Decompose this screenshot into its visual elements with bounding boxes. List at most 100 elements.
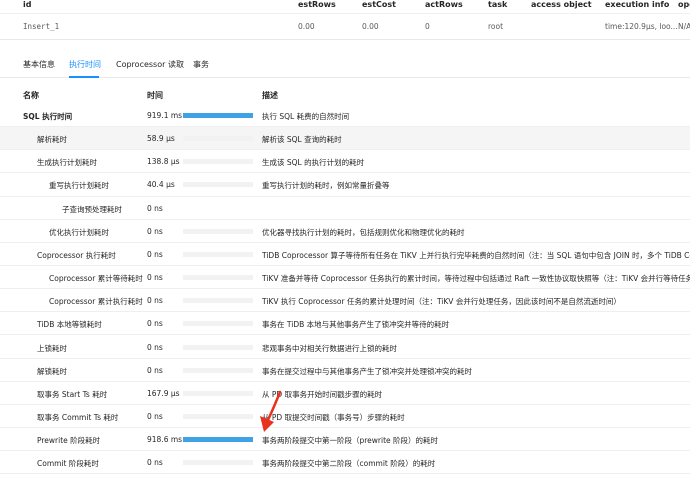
timing-description: 优化器寻找执行计划的耗时，包括规则优化和物理优化的耗时: [262, 227, 465, 237]
timing-bar: [183, 367, 253, 373]
tab-coprocessor-read[interactable]: Coprocessor 读取: [116, 59, 184, 70]
timing-description: 事务两阶段提交中第一阶段（prewrite 阶段）的耗时: [262, 436, 439, 446]
col-desc-header: 描述: [262, 91, 278, 100]
timing-name: 解析耗时: [37, 135, 67, 145]
timing-value: 0 ns: [147, 203, 163, 213]
timing-name: 取事务 Commit Ts 耗时: [37, 412, 119, 422]
table-row[interactable]: 解锁耗时 0 ns 事务在提交过程中与其他事务产生了锁冲突并处理锁冲突的耗时: [0, 359, 690, 382]
table-row[interactable]: Prewrite 阶段耗时 918.6 ms 事务两阶段提交中第一阶段（prewri…: [0, 428, 690, 452]
timing-bar: [183, 182, 253, 188]
timing-bar-fill: [183, 113, 253, 118]
detail-tabs: 基本信息 执行时间 Coprocessor 读取 事务: [0, 52, 690, 78]
timing-name: 子查询预处理耗时: [62, 204, 122, 214]
table-row[interactable]: TiDB 本地等锁耗时 0 ns 事务在 TiDB 本地与其他事务产生了锁冲突并等待…: [0, 312, 690, 336]
tab-basic-info[interactable]: 基本信息: [23, 59, 55, 70]
timing-description: 悲观事务中对相关行数据进行上锁的耗时: [262, 343, 397, 353]
table-row[interactable]: 生成执行计划耗时 138.8 µs 生成该 SQL 的执行计划的耗时: [0, 150, 690, 174]
timing-name: 重写执行计划耗时: [49, 181, 109, 191]
timing-value: 0 ns: [147, 411, 163, 421]
col-access-object-header[interactable]: access object: [531, 0, 592, 9]
table-row[interactable]: 解析耗时 58.9 µs 解析该 SQL 查询的耗时: [0, 127, 690, 151]
timing-value: 0 ns: [147, 226, 163, 236]
timing-bar: [183, 275, 253, 281]
table-row[interactable]: Coprocessor 累计等待耗时 0 ns TiKV 准备并等待 Coproce…: [0, 266, 690, 290]
row-task: root: [488, 22, 504, 31]
timing-name: 取事务 Start Ts 耗时: [37, 389, 108, 399]
timing-name: 生成执行计划耗时: [37, 158, 97, 168]
timing-value: 0 ns: [147, 342, 163, 352]
timing-name: Coprocessor 累计执行耗时: [49, 297, 143, 307]
tab-execution-time[interactable]: 执行时间: [69, 59, 101, 70]
timing-description: 事务在提交过程中与其他事务产生了锁冲突并处理锁冲突的耗时: [262, 366, 472, 376]
row-actrows: 0: [425, 22, 430, 31]
timing-bar-fill: [183, 437, 253, 443]
annotation-arrow-icon: [260, 390, 282, 432]
timing-description: TiKV 准备并等待 Coprocessor 任务执行的累计时间，等待过程中包括…: [262, 274, 690, 284]
timing-bar: [183, 413, 253, 419]
table-row[interactable]: 子查询预处理耗时 0 ns: [0, 197, 690, 220]
timing-name: Commit 阶段耗时: [37, 459, 99, 469]
timing-description: 解析该 SQL 查询的耗时: [262, 135, 342, 145]
col-actrows-header[interactable]: actRows: [425, 0, 463, 9]
timing-bar: [183, 437, 253, 443]
timing-bar: [183, 390, 253, 396]
table-row[interactable]: Coprocessor 执行耗时 0 ns TiDB Coprocessor 算子等…: [0, 243, 690, 267]
timing-name: SQL 执行时间: [23, 112, 73, 121]
timing-value: 0 ns: [147, 273, 163, 283]
table-row[interactable]: Commit 阶段耗时 0 ns 事务两阶段提交中第二阶段（commit 阶段）的耗…: [0, 451, 690, 475]
timing-bar: [183, 251, 253, 257]
timing-bar: [183, 159, 253, 165]
timing-value: 0 ns: [147, 365, 163, 375]
timing-description: TiKV 执行 Coprocessor 任务的累计处理时间（注：TiKV 会并行…: [262, 297, 621, 307]
timing-bar: [183, 344, 253, 350]
timing-description: 执行 SQL 耗费的自然时间: [262, 112, 350, 121]
row-execution-info: time:120.9µs, loo...: [605, 22, 678, 31]
row-id: Insert_1: [23, 22, 60, 31]
tab-transaction[interactable]: 事务: [193, 59, 209, 70]
col-execution-info-header[interactable]: execution info: [605, 0, 669, 9]
timing-name: TiDB 本地等锁耗时: [37, 320, 102, 330]
active-tab-indicator: [69, 76, 99, 78]
table-row[interactable]: SQL 执行时间 919.1 ms 执行 SQL 耗费的自然时间: [0, 104, 690, 128]
table-row[interactable]: 取事务 Commit Ts 耗时 0 ns 从 PD 取提交时间戳（事务号）步骤的耗…: [0, 405, 690, 429]
table-row[interactable]: Coprocessor 累计执行耗时 0 ns TiKV 执行 Coprocesso…: [0, 289, 690, 313]
timing-value: 0 ns: [147, 296, 163, 306]
timing-description: 生成该 SQL 的执行计划的耗时: [262, 158, 365, 168]
col-task-header[interactable]: task: [488, 0, 507, 9]
timing-description: 重写执行计划的耗时，例如常量折叠等: [262, 181, 390, 191]
timing-description: 事务在 TiDB 本地与其他事务产生了锁冲突并等待的耗时: [262, 320, 450, 330]
timing-name: 优化执行计划耗时: [49, 227, 109, 237]
timing-name: 解锁耗时: [37, 366, 67, 376]
timing-description: 从 PD 取提交时间戳（事务号）步骤的耗时: [262, 412, 405, 422]
timing-bar: [183, 321, 253, 327]
timing-value: 0 ns: [147, 319, 163, 329]
row-estrows: 0.00: [298, 22, 315, 31]
timing-name: 上锁耗时: [37, 343, 67, 353]
col-estcost-header[interactable]: estCost: [362, 0, 396, 9]
col-operator-info-header[interactable]: ope: [678, 0, 690, 9]
top-table-header: id estRows estCost actRows task access o…: [0, 0, 690, 12]
row-operator-info: N/A: [678, 22, 690, 31]
col-time-header: 时间: [147, 91, 163, 100]
timing-description: 从 PD 取事务开始时间戳步骤的耗时: [262, 389, 383, 399]
table-row[interactable]: 上锁耗时 0 ns 悲观事务中对相关行数据进行上锁的耗时: [0, 336, 690, 359]
timing-bar: [183, 460, 253, 466]
table-row[interactable]: Insert_1 0.00 0.00 0 root time:120.9µs, …: [0, 13, 690, 40]
col-id-header[interactable]: id: [23, 0, 31, 9]
row-estcost: 0.00: [362, 22, 379, 31]
timing-value: 167.9 µs: [147, 388, 180, 398]
table-row[interactable]: 重写执行计划耗时 40.4 µs 重写执行计划的耗时，例如常量折叠等: [0, 173, 690, 197]
col-estrows-header[interactable]: estRows: [298, 0, 336, 9]
timing-name: Prewrite 阶段耗时: [37, 436, 101, 446]
timing-value: 58.9 µs: [147, 134, 175, 144]
timing-bar: [183, 298, 253, 304]
timing-value: 0 ns: [147, 249, 163, 259]
timing-value: 918.6 ms: [147, 435, 183, 445]
timing-name: Coprocessor 累计等待耗时: [49, 274, 143, 284]
timing-bar: [183, 136, 253, 142]
timing-value: 0 ns: [147, 458, 163, 468]
timing-value: 138.8 µs: [147, 157, 180, 167]
table-row[interactable]: 优化执行计划耗时 0 ns 优化器寻找执行计划的耗时，包括规则优化和物理优化的耗时: [0, 220, 690, 243]
timing-description: TiDB Coprocessor 算子等待所有任务在 TiKV 上并行执行完毕耗…: [262, 250, 690, 260]
table-row[interactable]: 取事务 Start Ts 耗时 167.9 µs 从 PD 取事务开始时间戳步骤的耗…: [0, 382, 690, 405]
